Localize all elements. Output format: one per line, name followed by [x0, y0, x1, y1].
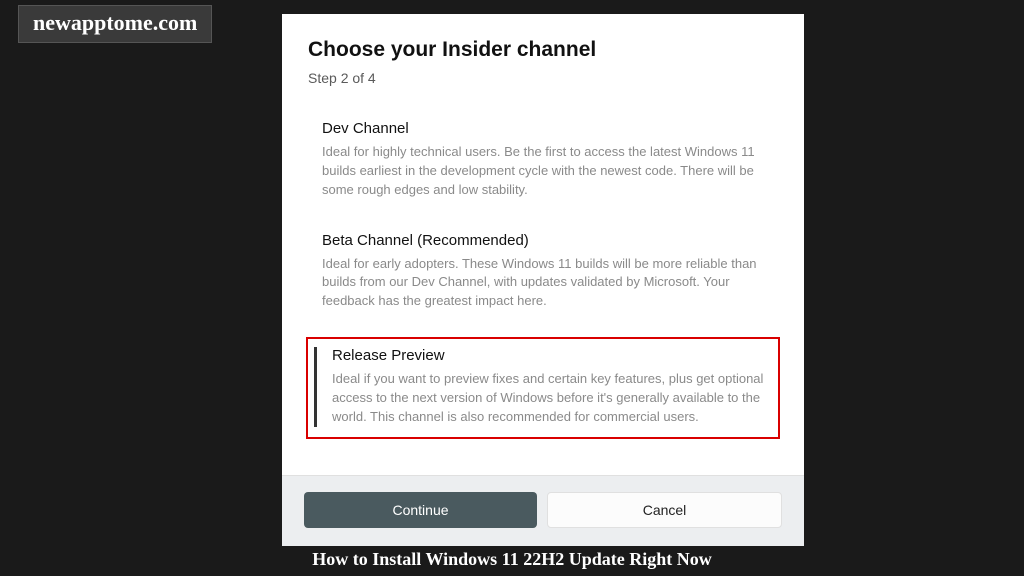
channel-title: Beta Channel (Recommended)	[322, 232, 770, 249]
channel-release-preview[interactable]: Release Preview Ideal if you want to pre…	[306, 337, 780, 439]
cancel-button[interactable]: Cancel	[547, 492, 782, 528]
dialog-title: Choose your Insider channel	[308, 38, 778, 62]
continue-button[interactable]: Continue	[304, 492, 537, 528]
channel-beta[interactable]: Beta Channel (Recommended) Ideal for ear…	[308, 226, 778, 318]
channel-title: Release Preview	[332, 347, 770, 364]
step-indicator: Step 2 of 4	[308, 70, 778, 86]
dialog-body: Choose your Insider channel Step 2 of 4 …	[282, 14, 804, 475]
article-caption: How to Install Windows 11 22H2 Update Ri…	[0, 549, 1024, 570]
channel-desc: Ideal for early adopters. These Windows …	[322, 255, 770, 312]
channel-title: Dev Channel	[322, 120, 770, 137]
channel-desc: Ideal if you want to preview fixes and c…	[332, 370, 770, 427]
channel-desc: Ideal for highly technical users. Be the…	[322, 143, 770, 200]
channel-dev[interactable]: Dev Channel Ideal for highly technical u…	[308, 114, 778, 206]
dialog-footer: Continue Cancel	[282, 475, 804, 546]
watermark-badge: newapptome.com	[18, 5, 212, 43]
insider-channel-dialog: Choose your Insider channel Step 2 of 4 …	[282, 14, 804, 546]
